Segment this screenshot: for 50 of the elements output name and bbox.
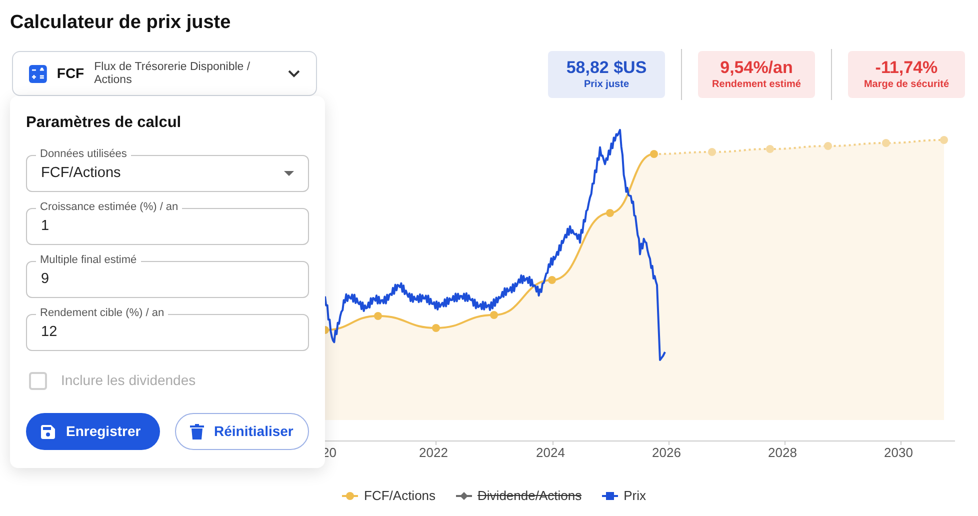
method-code: FCF [56,64,84,83]
axis-label: 2030 [884,444,913,462]
data-point [374,312,382,320]
diamond-marker-icon [456,490,472,501]
trash-icon [190,424,204,440]
axis-label: 2026 [652,444,681,462]
save-button[interactable]: Enregistrer [26,413,160,450]
field-label: Multiple final estimé [36,253,141,267]
axis-label: 2022 [419,444,448,462]
data-point [606,209,614,217]
metric-value: 9,54%/an [720,57,793,78]
field-value: 9 [41,270,50,289]
data-point [548,276,556,284]
calculator-icon [29,64,47,82]
data-point [882,139,890,147]
metric-value: 58,82 $US [566,57,647,78]
data-point [824,142,832,150]
data-point [708,148,716,156]
data-point [940,136,948,144]
data-point [766,145,774,153]
circle-marker-icon [342,490,358,501]
field-value: FCF/Actions [41,164,122,183]
field-value: 1 [41,216,50,236]
axis-label: 2028 [768,444,797,462]
metric-value: -11,74% [875,57,938,78]
field-label: Croissance estimée (%) / an [36,200,182,214]
legend-item[interactable]: Dividende/Actions [456,486,582,506]
legend-label: FCF/Actions [364,487,436,505]
checkbox-label: Inclure les dividendes [61,371,196,390]
metric-label: Prix juste [584,78,630,92]
legend-label: Prix [624,487,646,505]
chevron-down-icon [288,70,300,78]
dropdown-arrow-icon [284,171,294,176]
metric-label: Rendement estimé [712,78,801,92]
square-marker-icon [602,490,618,501]
data-point [650,150,658,158]
legend-item[interactable]: FCF/Actions [342,486,436,506]
panel-title: Paramètres de calcul [26,113,182,133]
data-point [432,324,440,332]
legend-item[interactable]: Prix [602,486,646,506]
method-dropdown[interactable]: FCF Flux de Trésorerie Disponible / Actions [12,51,317,96]
field-label: Rendement cible (%) / an [36,306,168,320]
method-label: Flux de Trésorerie Disponible / Actions [94,60,252,86]
metric-label: Marge de sécurité [864,78,950,92]
legend-label: Dividende/Actions [478,487,582,505]
reset-button[interactable]: Réinitialiser [175,413,309,450]
data-point [490,311,498,319]
page-title: Calculateur de prix juste [10,11,232,35]
axis-label: 2024 [536,444,565,462]
field-value: 12 [41,322,58,342]
